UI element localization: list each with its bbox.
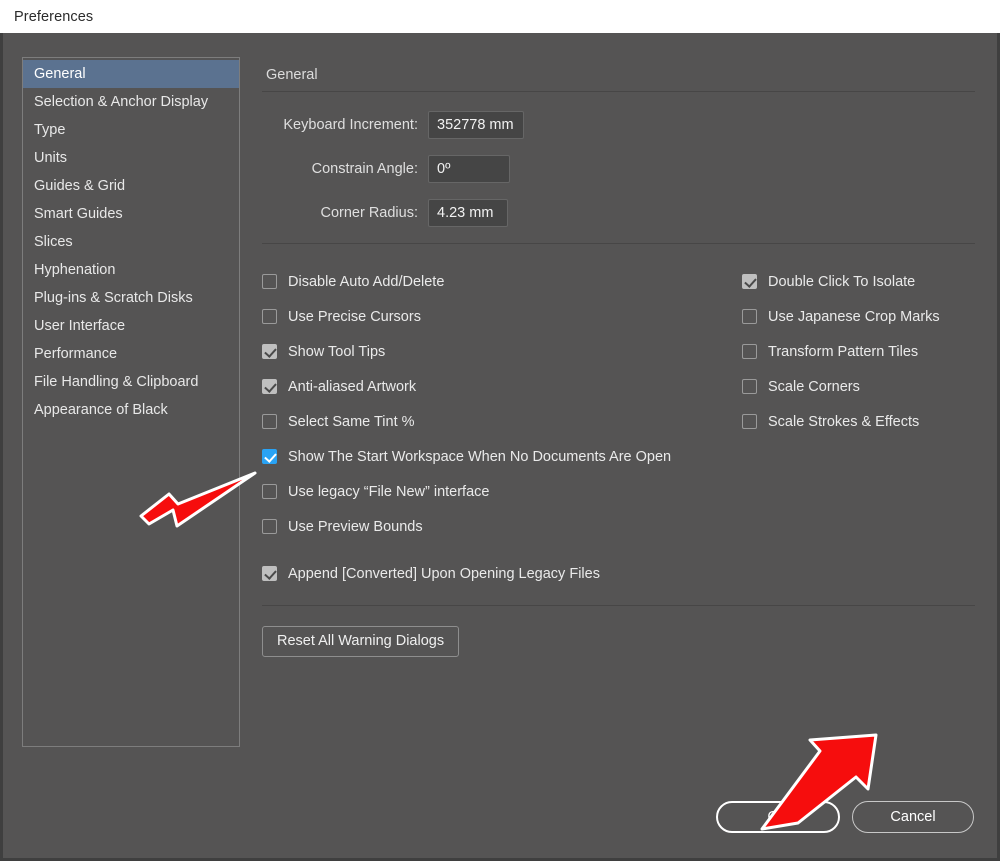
sidebar-item-general[interactable]: General — [23, 60, 239, 88]
dialog-body: General Selection & Anchor Display Type Uni… — [0, 33, 1000, 861]
checkbox-label: Use Japanese Crop Marks — [768, 308, 940, 325]
checkbox-checked-icon[interactable] — [262, 344, 277, 359]
field-input-corner-radius[interactable]: 4.23 mm — [428, 199, 508, 227]
checkbox-row[interactable]: Scale Strokes & Effects — [742, 404, 972, 439]
checkbox-unchecked-icon[interactable] — [262, 274, 277, 289]
checkbox-row[interactable]: Anti-aliased Artwork — [262, 369, 742, 404]
checkbox-unchecked-icon[interactable] — [262, 519, 277, 534]
checkbox-row[interactable]: Use legacy “File New” interface — [262, 474, 742, 509]
reset-button-wrap: Reset All Warning Dialogs — [262, 626, 975, 657]
sidebar-item-selection-anchor-display[interactable]: Selection & Anchor Display — [23, 88, 239, 116]
checkbox-row[interactable]: Show Tool Tips — [262, 334, 742, 369]
checkbox-row[interactable]: Use Japanese Crop Marks — [742, 299, 972, 334]
sidebar-item-smart-guides[interactable]: Smart Guides — [23, 200, 239, 228]
checkbox-label: Show Tool Tips — [288, 343, 386, 360]
checkbox-unchecked-icon[interactable] — [742, 379, 757, 394]
checkbox-unchecked-icon[interactable] — [262, 414, 277, 429]
checkbox-column-right: Double Click To Isolate Use Japanese Crop… — [742, 264, 972, 591]
checkbox-label: Show The Start Workspace When No Documen… — [288, 448, 672, 465]
sidebar-item-hyphenation[interactable]: Hyphenation — [23, 256, 239, 284]
checkbox-row[interactable]: Select Same Tint % — [262, 404, 742, 439]
field-input-constrain-angle[interactable]: 0º — [428, 155, 510, 183]
window-titlebar: Preferences — [0, 0, 1000, 33]
checkbox-unchecked-icon[interactable] — [262, 309, 277, 324]
field-label: Keyboard Increment: — [283, 117, 418, 133]
divider-middle — [262, 243, 975, 244]
checkbox-checked-icon[interactable] — [742, 274, 757, 289]
checkbox-label: Scale Strokes & Effects — [768, 413, 920, 430]
checkbox-checked-icon[interactable] — [262, 449, 277, 464]
checkbox-unchecked-icon[interactable] — [742, 414, 757, 429]
numeric-fields-group: Keyboard Increment: 352778 mm Constrain An… — [262, 111, 975, 227]
sidebar-item-file-handling-clipboard[interactable]: File Handling & Clipboard — [23, 368, 239, 396]
reset-all-warning-dialogs-button[interactable]: Reset All Warning Dialogs — [262, 626, 460, 657]
checkbox-checked-icon[interactable] — [262, 566, 277, 581]
checkbox-column-left: Disable Auto Add/Delete Use Precise Curso… — [262, 264, 742, 591]
preferences-category-list[interactable]: General Selection & Anchor Display Type Uni… — [22, 57, 240, 747]
sidebar-item-units[interactable]: Units — [23, 144, 239, 172]
field-input-keyboard-increment[interactable]: 352778 mm — [428, 111, 524, 139]
checkbox-row[interactable]: Use Preview Bounds — [262, 509, 742, 544]
checkbox-unchecked-icon[interactable] — [742, 344, 757, 359]
preferences-main-panel: General Keyboard Increment: 352778 mm Cons… — [240, 33, 997, 858]
checkbox-label: Scale Corners — [768, 378, 860, 395]
dialog-footer: OK Cancel — [716, 801, 974, 833]
field-label: Constrain Angle: — [311, 161, 418, 177]
sidebar-item-appearance-of-black[interactable]: Appearance of Black — [23, 396, 239, 424]
sidebar-item-performance[interactable]: Performance — [23, 340, 239, 368]
divider-top — [262, 91, 975, 92]
sidebar-item-user-interface[interactable]: User Interface — [23, 312, 239, 340]
field-row: Corner Radius: 4.23 mm — [262, 199, 975, 227]
window-title: Preferences — [14, 8, 94, 25]
checkbox-row[interactable]: Append [Converted] Upon Opening Legacy F… — [262, 556, 742, 591]
checkbox-label: Double Click To Isolate — [768, 273, 916, 290]
checkbox-label: Use Precise Cursors — [288, 308, 421, 325]
sidebar-item-plug-ins-scratch-disks[interactable]: Plug-ins & Scratch Disks — [23, 284, 239, 312]
sidebar-item-type[interactable]: Type — [23, 116, 239, 144]
checkbox-label: Anti-aliased Artwork — [288, 378, 417, 395]
checkbox-row[interactable]: Show The Start Workspace When No Documen… — [262, 439, 742, 474]
checkbox-checked-icon[interactable] — [262, 379, 277, 394]
checkbox-row[interactable]: Double Click To Isolate — [742, 264, 972, 299]
checkbox-row[interactable]: Disable Auto Add/Delete — [262, 264, 742, 299]
ok-button[interactable]: OK — [716, 801, 840, 833]
field-row: Keyboard Increment: 352778 mm — [262, 111, 975, 139]
checkbox-options-area: Disable Auto Add/Delete Use Precise Curso… — [262, 264, 975, 591]
checkbox-unchecked-icon[interactable] — [262, 484, 277, 499]
checkbox-label: Disable Auto Add/Delete — [288, 273, 445, 290]
preferences-window: Preferences General Selection & Anchor Di… — [0, 0, 1000, 861]
checkbox-label: Append [Converted] Upon Opening Legacy F… — [288, 565, 600, 582]
checkbox-label: Select Same Tint % — [288, 413, 415, 430]
checkbox-label: Transform Pattern Tiles — [768, 343, 919, 360]
cancel-button[interactable]: Cancel — [852, 801, 974, 833]
field-label: Corner Radius: — [320, 205, 418, 221]
divider-bottom — [262, 605, 975, 606]
checkbox-row[interactable]: Use Precise Cursors — [262, 299, 742, 334]
sidebar-item-slices[interactable]: Slices — [23, 228, 239, 256]
page-title: General — [266, 67, 318, 83]
sidebar-item-guides-grid[interactable]: Guides & Grid — [23, 172, 239, 200]
checkbox-unchecked-icon[interactable] — [742, 309, 757, 324]
checkbox-label: Use Preview Bounds — [288, 518, 423, 535]
checkbox-row[interactable]: Scale Corners — [742, 369, 972, 404]
checkbox-label: Use legacy “File New” interface — [288, 483, 490, 500]
checkbox-row[interactable]: Transform Pattern Tiles — [742, 334, 972, 369]
field-row: Constrain Angle: 0º — [262, 155, 975, 183]
